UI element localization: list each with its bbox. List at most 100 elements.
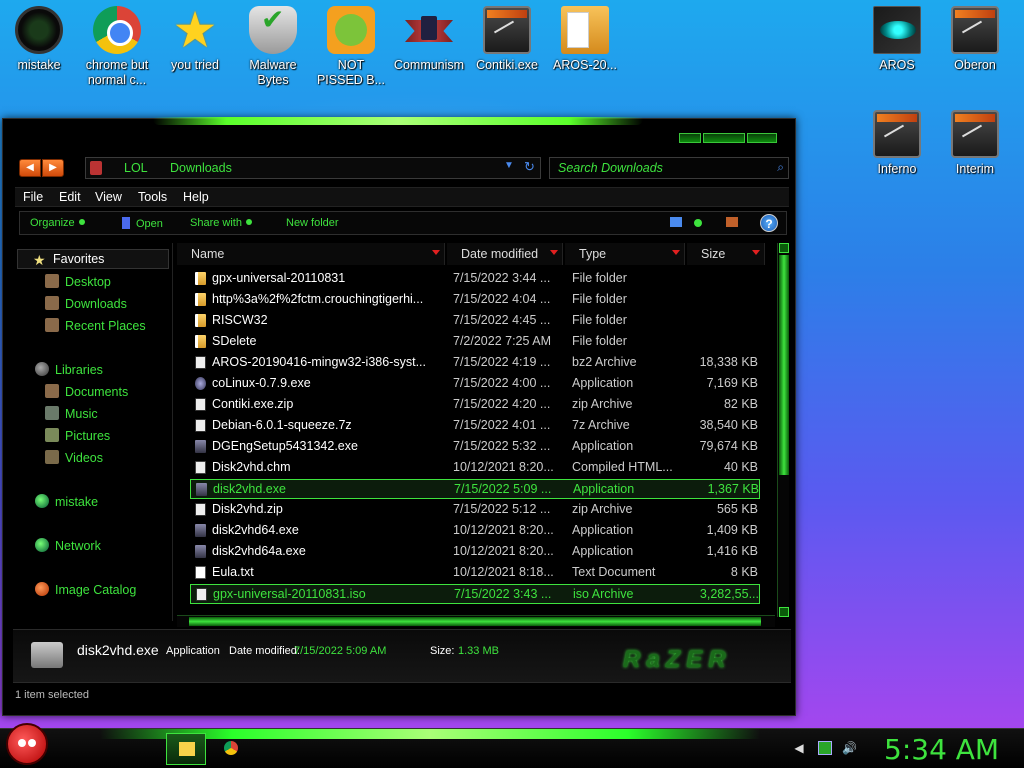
desktop-icon-7[interactable]: AROS-20... <box>546 0 624 73</box>
scroll-up-button[interactable] <box>779 243 789 253</box>
file-row[interactable]: Disk2vhd.zip 7/15/2022 5:12 ... zip Archiv… <box>190 500 760 520</box>
help-icon[interactable]: ? <box>760 214 778 232</box>
desktop-icon-2[interactable]: ★ you tried <box>156 0 234 73</box>
refresh-icon[interactable]: ↻ <box>524 159 535 175</box>
nav-downloads[interactable]: Downloads <box>45 296 127 311</box>
view-options-icon[interactable] <box>670 217 682 227</box>
file-name: gpx-universal-20110831.iso <box>213 587 366 601</box>
desktop-icon-5[interactable]: Communism <box>390 0 468 73</box>
file-row[interactable]: Eula.txt 10/12/2021 8:18... Text Document 8… <box>190 563 760 583</box>
scroll-down-button[interactable] <box>779 607 789 617</box>
nav-mistake[interactable]: mistake <box>35 494 98 509</box>
search-icon[interactable]: ⌕ <box>777 160 784 175</box>
volume-icon[interactable]: 🔊 <box>842 741 857 755</box>
nav-music[interactable]: Music <box>45 406 98 421</box>
menu-edit[interactable]: Edit <box>59 190 81 204</box>
nav-image-catalog[interactable]: Image Catalog <box>35 582 136 597</box>
new-folder-button[interactable]: New folder <box>286 217 339 229</box>
sort-arrow-icon[interactable] <box>752 250 760 255</box>
file-row[interactable]: disk2vhd64a.exe 10/12/2021 8:20... Applica… <box>190 542 760 562</box>
nav-libraries[interactable]: Libraries <box>35 362 103 377</box>
desktop-icon-0[interactable]: mistake <box>0 0 78 73</box>
column-header-date[interactable]: Date modified <box>447 243 563 265</box>
start-button[interactable] <box>6 723 48 765</box>
network-tray-icon[interactable] <box>818 741 832 755</box>
desktop-icon-3[interactable]: Malware Bytes <box>234 0 312 88</box>
file-type: Application <box>572 439 634 453</box>
nav-pictures[interactable]: Pictures <box>45 428 110 443</box>
tray-expand-icon[interactable]: ◀ <box>792 741 806 755</box>
address-bar[interactable]: LOL Downloads ▼ ↻ <box>85 157 541 179</box>
desktop-icon-1[interactable]: chrome but normal c... <box>78 0 156 88</box>
breadcrumb-lol[interactable]: LOL <box>124 161 148 175</box>
desktop-icon-6[interactable]: Contiki.exe <box>468 0 546 73</box>
maximize-button[interactable] <box>703 133 745 143</box>
file-row[interactable]: coLinux-0.7.9.exe 7/15/2022 4:00 ... Appli… <box>190 374 760 394</box>
desktop-icon-4[interactable]: NOT PISSED B... <box>312 0 390 88</box>
file-row[interactable]: RISCW32 7/15/2022 4:45 ... File folder <box>190 311 760 331</box>
file-date: 7/15/2022 4:20 ... <box>453 397 551 411</box>
sort-arrow-icon[interactable] <box>672 250 680 255</box>
nav-videos[interactable]: Videos <box>45 450 103 465</box>
file-row[interactable]: disk2vhd64.exe 10/12/2021 8:20... Applicat… <box>190 521 760 541</box>
close-button[interactable] <box>747 133 777 143</box>
menu-tools[interactable]: Tools <box>138 190 167 204</box>
nav-network[interactable]: Network <box>35 538 101 553</box>
search-box: ⌕ <box>549 157 789 179</box>
vertical-scrollbar[interactable] <box>777 243 789 617</box>
file-row[interactable]: Disk2vhd.chm 10/12/2021 8:20... Compiled H… <box>190 458 760 478</box>
file-row[interactable]: AROS-20190416-mingw32-i386-syst... 7/15/2… <box>190 353 760 373</box>
file-size: 8 KB <box>730 565 758 579</box>
menu-help[interactable]: Help <box>183 190 209 204</box>
taskbar-chrome-button[interactable] <box>220 733 244 765</box>
nav-desktop[interactable]: Desktop <box>45 274 111 289</box>
mistake-icon <box>15 6 63 54</box>
desktop-icon-right-1[interactable]: Oberon <box>936 0 1014 73</box>
file-row[interactable]: gpx-universal-20110831 7/15/2022 3:44 ...… <box>190 269 760 289</box>
organize-button[interactable]: Organize <box>30 217 85 229</box>
file-row[interactable]: gpx-universal-20110831.iso 7/15/2022 3:43… <box>190 584 760 604</box>
status-bar-text: 1 item selected <box>15 689 89 701</box>
favorites-header[interactable]: ★ Favorites <box>33 252 104 267</box>
desktop-icon-label: AROS-20... <box>553 58 617 72</box>
forward-button[interactable]: ▶ <box>42 159 64 177</box>
file-row[interactable]: DGEngSetup5431342.exe 7/15/2022 5:32 ... A… <box>190 437 760 457</box>
share-with-button[interactable]: Share with <box>190 217 252 229</box>
clock[interactable]: 5:34 AM <box>884 733 999 766</box>
file-row[interactable]: Contiki.exe.zip 7/15/2022 4:20 ... zip Arc… <box>190 395 760 415</box>
horizontal-scrollbar[interactable] <box>177 615 775 627</box>
column-header-type[interactable]: Type <box>565 243 685 265</box>
file-name: Debian-6.0.1-squeeze.7z <box>212 418 352 432</box>
sort-arrow-icon[interactable] <box>432 250 440 255</box>
sort-arrow-icon[interactable] <box>550 250 558 255</box>
scroll-thumb[interactable] <box>779 255 789 475</box>
location-icon <box>90 161 102 175</box>
file-row[interactable]: SDelete 7/2/2022 7:25 AM File folder <box>190 332 760 352</box>
minimize-button[interactable] <box>679 133 701 143</box>
menu-view[interactable]: View <box>95 190 122 204</box>
file-row[interactable]: http%3a%2f%2fctm.crouchingtigerhi... 7/15… <box>190 290 760 310</box>
nav-recent-places[interactable]: Recent Places <box>45 318 146 333</box>
column-header-name[interactable]: Name <box>177 243 445 265</box>
horizontal-scroll-thumb[interactable] <box>189 617 761 626</box>
breadcrumb-downloads[interactable]: Downloads <box>170 161 232 175</box>
file-row[interactable]: Debian-6.0.1-squeeze.7z 7/15/2022 4:01 ..… <box>190 416 760 436</box>
column-header-size[interactable]: Size <box>687 243 765 265</box>
column-date-label: Date modified <box>461 247 539 261</box>
preview-pane-icon[interactable] <box>726 217 738 227</box>
menu-file[interactable]: File <box>23 190 43 204</box>
taskbar-explorer-button[interactable] <box>166 733 206 765</box>
desktop-icon-right-0[interactable]: AROS <box>858 0 936 73</box>
back-button[interactable]: ◀ <box>19 159 41 177</box>
file-size: 79,674 KB <box>699 439 758 453</box>
address-dropdown-icon[interactable]: ▼ <box>504 160 514 171</box>
desktop-icon-right-2[interactable]: Inferno <box>858 104 936 177</box>
desktop-icon-right-3[interactable]: Interim <box>936 104 1014 177</box>
folder-file-icon <box>195 272 206 285</box>
file-row[interactable]: disk2vhd.exe 7/15/2022 5:09 ... Applicatio… <box>190 479 760 499</box>
view-dropdown-icon[interactable] <box>694 219 702 227</box>
folder-file-icon <box>195 314 206 327</box>
nav-documents[interactable]: Documents <box>45 384 128 399</box>
search-input[interactable] <box>550 158 760 178</box>
open-button[interactable]: Open <box>122 217 163 230</box>
